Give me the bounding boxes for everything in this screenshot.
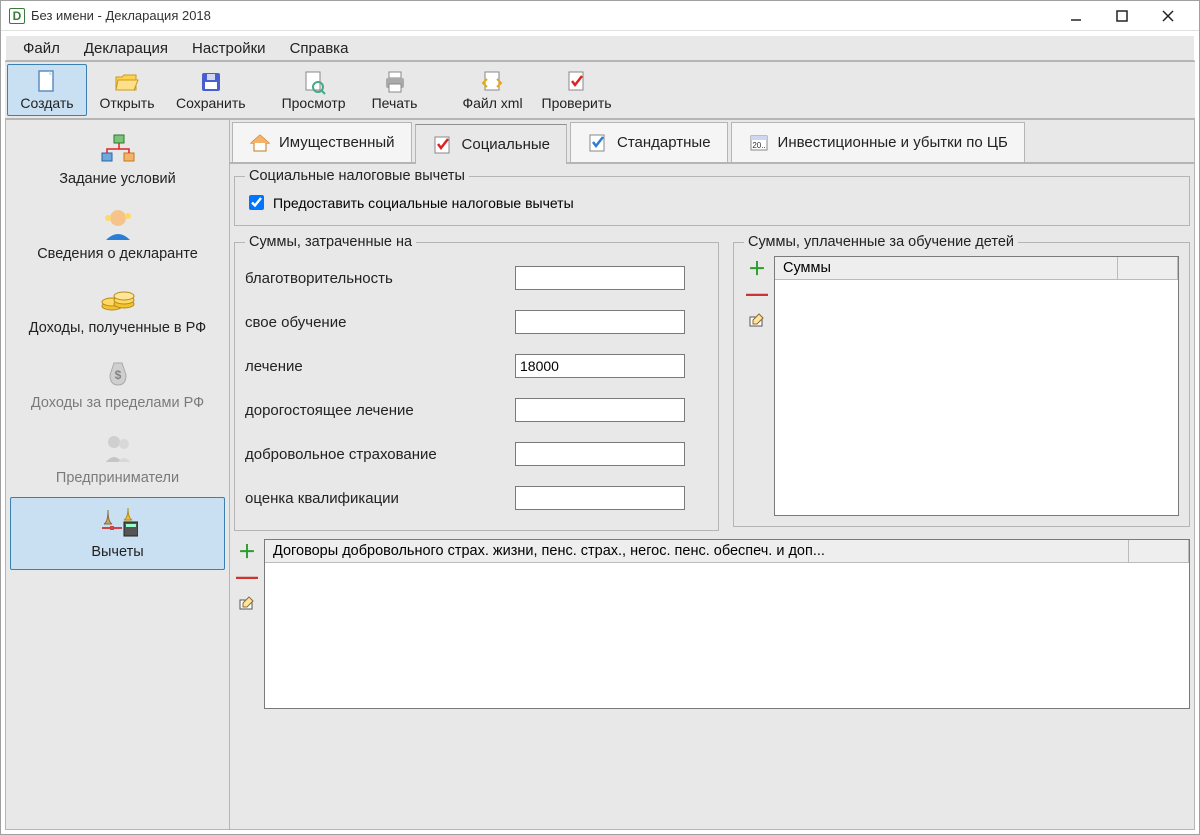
toolbar-check[interactable]: Проверить [533, 64, 621, 116]
input-qualification[interactable] [515, 486, 685, 510]
input-charity[interactable] [515, 266, 685, 290]
folder-open-icon [114, 69, 140, 95]
money-bag-icon: $ [98, 355, 138, 391]
contracts-grid[interactable]: Договоры добровольного страх. жизни, пен… [264, 539, 1190, 709]
save-icon [198, 69, 224, 95]
toolbar-print[interactable]: Печать [355, 64, 435, 116]
label-treatment: лечение [245, 358, 505, 375]
sidebar-item-conditions[interactable]: Задание условий [10, 124, 225, 197]
menu-declaration[interactable]: Декларация [73, 37, 179, 60]
add-contract-button[interactable]: ＋ [237, 541, 257, 561]
toolbar-open[interactable]: Открыть [87, 64, 167, 116]
calendar-icon: 20.. [748, 132, 770, 154]
tab-standard[interactable]: Стандартные [570, 122, 728, 162]
tab-property[interactable]: Имущественный [232, 122, 412, 162]
app-icon: D [9, 8, 25, 24]
input-exp-treatment[interactable] [515, 398, 685, 422]
edit-child-row-button[interactable] [747, 310, 767, 330]
coins-icon [98, 280, 138, 316]
input-insurance[interactable] [515, 442, 685, 466]
sidebar-item-declarant[interactable]: Сведения о декларанте [10, 199, 225, 272]
maximize-button[interactable] [1099, 2, 1145, 30]
input-treatment[interactable] [515, 354, 685, 378]
input-own-education[interactable] [515, 310, 685, 334]
checklist-icon [432, 134, 454, 156]
preview-icon [301, 69, 327, 95]
toolbar-save[interactable]: Сохранить [167, 64, 255, 116]
group-children-education: Суммы, уплаченные за обучение детей ＋ — [733, 234, 1190, 527]
label-qualification: оценка квалификации [245, 490, 505, 507]
label-charity: благотворительность [245, 270, 505, 287]
tab-social[interactable]: Социальные [415, 124, 567, 164]
checklist-alt-icon [587, 132, 609, 154]
checkbox-provide-social[interactable] [249, 195, 264, 210]
sidebar-item-deductions[interactable]: Вычеты [10, 497, 225, 570]
deductions-icon [98, 504, 138, 540]
person-icon [98, 206, 138, 242]
label-exp-treatment: дорогостоящее лечение [245, 402, 505, 419]
group-spent: Суммы, затраченные на благотворительност… [234, 234, 719, 531]
label-own-education: свое обучение [245, 314, 505, 331]
menubar: Файл Декларация Настройки Справка [5, 35, 1195, 61]
toolbar: Создать Открыть Сохранить Просмотр Печа [5, 61, 1195, 119]
new-file-icon [34, 69, 60, 95]
group-social-deductions: Социальные налоговые вычеты Предоставить… [234, 168, 1190, 226]
sidebar: Задание условий Сведения о декларанте До… [5, 119, 230, 830]
menu-help[interactable]: Справка [279, 37, 360, 60]
window-title: Без имени - Декларация 2018 [31, 8, 1053, 23]
group-social-title: Социальные налоговые вычеты [245, 168, 469, 184]
toolbar-preview[interactable]: Просмотр [273, 64, 355, 116]
delete-contract-button[interactable]: — [237, 567, 257, 587]
xml-file-icon [480, 69, 506, 95]
sidebar-item-income-rf[interactable]: Доходы, полученные в РФ [10, 273, 225, 346]
checkbox-provide-social-label: Предоставить социальные налоговые вычеты [273, 195, 574, 211]
menu-file[interactable]: Файл [12, 37, 71, 60]
tab-invest[interactable]: 20.. Инвестиционные и убытки по ЦБ [731, 122, 1025, 162]
label-insurance: добровольное страхование [245, 446, 505, 463]
house-icon [249, 132, 271, 154]
check-icon [564, 69, 590, 95]
entrepreneurs-icon [98, 430, 138, 466]
children-grid-col-sums: Суммы [775, 257, 1118, 279]
svg-text:$: $ [114, 368, 121, 382]
menu-settings[interactable]: Настройки [181, 37, 277, 60]
toolbar-filexml[interactable]: Файл xml [453, 64, 533, 116]
contracts-grid-col: Договоры добровольного страх. жизни, пен… [265, 540, 1129, 562]
svg-text:20..: 20.. [752, 141, 765, 150]
titlebar: D Без имени - Декларация 2018 [1, 1, 1199, 31]
delete-child-row-button[interactable]: — [747, 284, 767, 304]
sidebar-item-entrepreneurs: Предприниматели [10, 423, 225, 496]
minimize-button[interactable] [1053, 2, 1099, 30]
tabbar: Имущественный Социальные Стандартные [230, 120, 1194, 164]
close-button[interactable] [1145, 2, 1191, 30]
group-children-title: Суммы, уплаченные за обучение детей [744, 234, 1018, 250]
edit-contract-button[interactable] [237, 593, 257, 613]
toolbar-create[interactable]: Создать [7, 64, 87, 116]
sidebar-item-income-abroad: $ Доходы за пределами РФ [10, 348, 225, 421]
print-icon [382, 69, 408, 95]
group-spent-title: Суммы, затраченные на [245, 234, 416, 250]
children-grid[interactable]: Суммы [774, 256, 1179, 516]
conditions-icon [98, 131, 138, 167]
add-child-row-button[interactable]: ＋ [747, 258, 767, 278]
